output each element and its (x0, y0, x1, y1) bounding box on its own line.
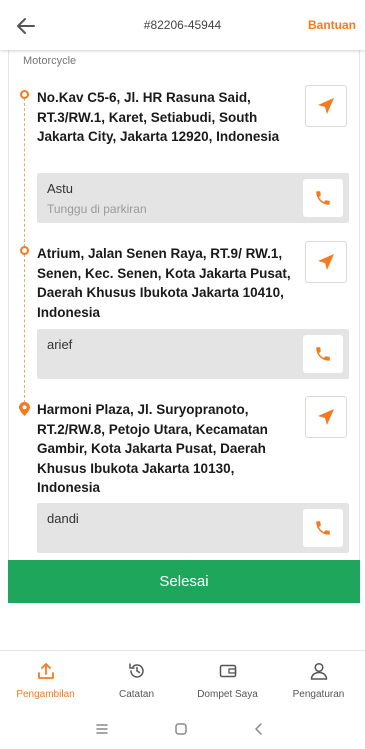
nav-item-pengaturan[interactable]: Pengaturan (273, 651, 364, 711)
help-link[interactable]: Bantuan (308, 18, 356, 32)
home-icon[interactable] (171, 720, 191, 738)
nav-item-pengambilan[interactable]: Pengambilan (0, 651, 91, 711)
recent-apps-icon[interactable] (92, 720, 112, 738)
nav-label: Dompet Saya (197, 689, 258, 700)
top-app-bar: #82206-45944 Bantuan (0, 0, 365, 50)
nav-label: Catatan (118, 689, 155, 700)
call-button[interactable] (303, 335, 343, 373)
phone-icon (316, 521, 330, 535)
navigate-button[interactable] (305, 85, 347, 127)
contact-box: arief (37, 329, 349, 379)
navigate-button[interactable] (305, 241, 347, 283)
navigation-arrow-icon (318, 409, 334, 425)
upload-icon (38, 663, 54, 679)
contact-name: Astu (47, 181, 74, 196)
phone-icon (316, 191, 330, 205)
pickup-dot-icon (20, 90, 29, 99)
nav-item-catatan[interactable]: Catatan (91, 651, 182, 711)
contact-name: arief (47, 337, 73, 352)
bottom-navigation: Pengambilan Catatan Dompet Saya Pengatur… (0, 650, 365, 710)
stop-address: Harmoni Plaza, Jl. Suryopranoto, RT.2/RW… (37, 402, 268, 495)
history-icon (129, 663, 144, 678)
system-back-icon[interactable] (249, 720, 269, 738)
wallet-icon (219, 664, 237, 678)
delivery-details-card: Motorcycle No.Kav C5-6, Jl. HR Rasuna Sa… (8, 50, 360, 603)
service-type-label: Motorcycle (23, 55, 77, 67)
contact-box: Astu Tunggu di parkiran (37, 173, 349, 223)
system-navigation-bar (0, 710, 365, 749)
call-button[interactable] (303, 509, 343, 547)
stop-dot-icon (20, 246, 29, 255)
navigate-button[interactable] (305, 396, 347, 438)
contact-box: dandi (37, 503, 349, 553)
contact-name: dandi (47, 511, 79, 526)
navigation-arrow-icon (318, 98, 334, 114)
user-icon (310, 662, 328, 680)
nav-item-dompet-saya[interactable]: Dompet Saya (182, 651, 273, 711)
nav-label: Pengambilan (16, 689, 75, 700)
phone-icon (316, 347, 330, 361)
contact-note: Tunggu di parkiran (47, 202, 147, 216)
stop-address: Atrium, Jalan Senen Raya, RT.9/ RW.1, Se… (37, 246, 291, 320)
done-button[interactable]: Selesai (8, 560, 360, 603)
call-button[interactable] (303, 179, 343, 217)
nav-label: Pengaturan (292, 689, 345, 700)
navigation-arrow-icon (318, 254, 334, 270)
destination-pin-icon (19, 402, 30, 416)
stop-address: No.Kav C5-6, Jl. HR Rasuna Said, RT.3/RW… (37, 90, 280, 144)
